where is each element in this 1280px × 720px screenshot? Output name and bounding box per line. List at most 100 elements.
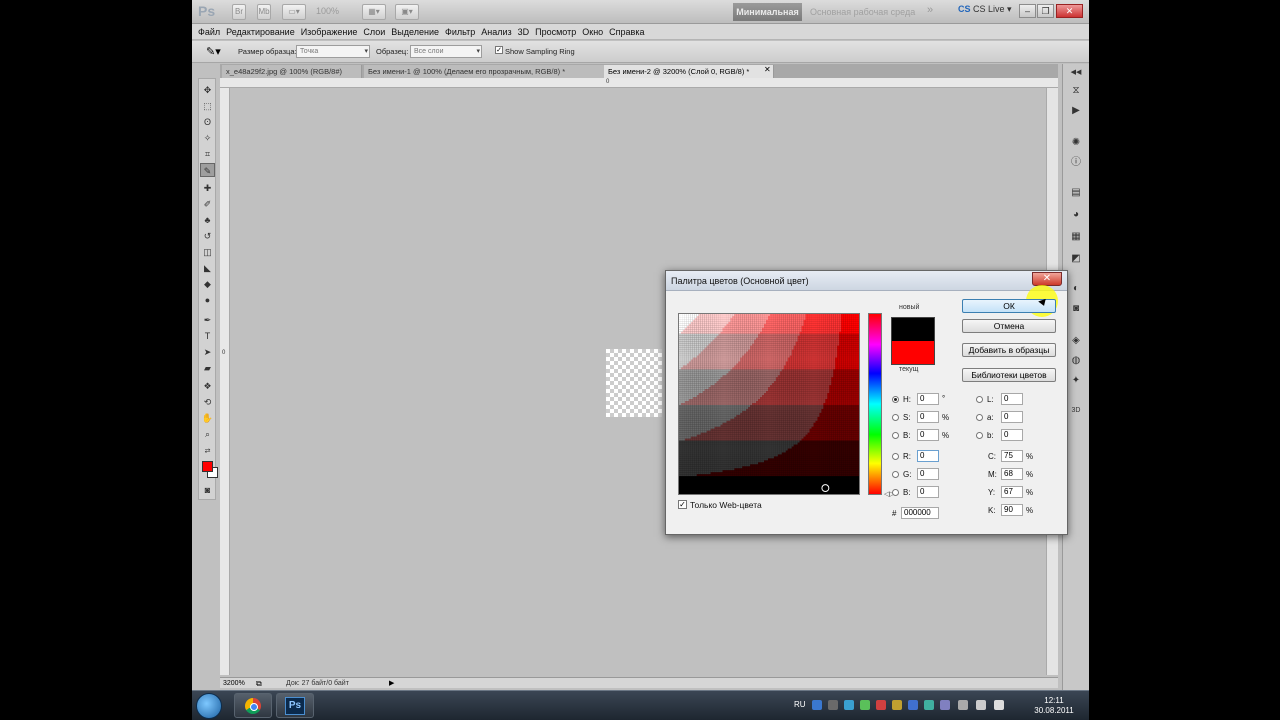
sample-size-select[interactable]: Точка ▾ (296, 45, 370, 58)
3d-orbit-tool-icon[interactable]: ⟲ (200, 395, 215, 409)
status-zoom[interactable]: 3200% (223, 678, 245, 689)
quick-selection-tool-icon[interactable]: ✧ (200, 131, 215, 145)
system-clock[interactable]: 12:11 30.08.2011 (1032, 696, 1076, 716)
minimize-button[interactable]: – (1019, 4, 1036, 18)
input-k[interactable]: 90 (1001, 504, 1023, 516)
swatches-panel-icon[interactable]: ▦ (1069, 230, 1083, 244)
horizontal-ruler[interactable]: 0 (220, 78, 1058, 88)
tray-icon-9[interactable] (940, 700, 950, 710)
input-a[interactable]: 0 (1001, 411, 1023, 423)
zoom-level[interactable]: 100% (316, 6, 339, 16)
cancel-button[interactable]: Отмена (962, 319, 1056, 333)
paint-bucket-tool-icon[interactable]: ◣ (200, 261, 215, 275)
menu-select[interactable]: Выделение (391, 24, 445, 39)
color-libraries-button[interactable]: Библиотеки цветов (962, 368, 1056, 382)
add-to-swatches-button[interactable]: Добавить в образцы (962, 343, 1056, 357)
tray-icon-7[interactable] (908, 700, 918, 710)
flag-tray-icon[interactable] (976, 700, 986, 710)
move-tool-icon[interactable]: ✥ (200, 83, 215, 97)
close-window-button[interactable]: ✕ (1056, 4, 1083, 18)
workspace-minimal[interactable]: Минимальная (733, 3, 802, 21)
taskbar-chrome-button[interactable] (234, 693, 272, 718)
radio-b-lab[interactable] (976, 432, 983, 439)
volume-tray-icon[interactable] (994, 700, 1004, 710)
input-c[interactable]: 75 (1001, 450, 1023, 462)
collapse-panels-icon[interactable]: ◀◀ (1069, 66, 1083, 80)
crop-tool-icon[interactable]: ⌗ (200, 147, 215, 161)
tab-document-1[interactable]: x_e48a29f2.jpg @ 100% (RGB/8#) (222, 65, 362, 78)
3d-rotate-tool-icon[interactable]: ❖ (200, 379, 215, 393)
channels-panel-icon[interactable]: ◍ (1069, 354, 1083, 368)
hand-tool-icon[interactable]: ✋ (200, 411, 215, 425)
input-y[interactable]: 67 (1001, 486, 1023, 498)
radio-r[interactable] (892, 453, 899, 460)
dodge-tool-icon[interactable]: ● (200, 293, 215, 307)
eraser-tool-icon[interactable]: ◫ (200, 245, 215, 259)
zoom-preview-icon[interactable]: ⧉ (256, 678, 262, 689)
transparent-canvas[interactable] (606, 349, 662, 417)
radio-g[interactable] (892, 471, 899, 478)
input-b-lab[interactable]: 0 (1001, 429, 1023, 441)
adjustments-panel-icon[interactable]: ◐ (1069, 282, 1083, 296)
help-tray-icon[interactable] (812, 700, 822, 710)
radio-l[interactable] (976, 396, 983, 403)
network-tray-icon[interactable] (958, 700, 968, 710)
foreground-color-swatch[interactable] (202, 461, 213, 472)
navigator-panel-icon[interactable]: ✺ (1069, 136, 1083, 150)
input-b-rgb[interactable]: 0 (917, 486, 939, 498)
menu-layers[interactable]: Слои (363, 24, 391, 39)
cs-live-menu[interactable]: CS CS Live ▾ (958, 4, 1012, 15)
tab-document-3[interactable]: Без имени-2 @ 3200% (Слой 0, RGB/8) * (604, 65, 774, 78)
masks-panel-icon[interactable]: ◙ (1069, 302, 1083, 316)
vertical-ruler[interactable]: 0 (220, 88, 230, 675)
swap-colors-icon[interactable]: ⇄ (200, 445, 215, 459)
shape-tool-icon[interactable]: ▰ (200, 361, 215, 375)
brush-tool-icon[interactable]: ✐ (200, 197, 215, 211)
lasso-tool-icon[interactable]: ʘ (200, 115, 215, 129)
layers-panel-icon[interactable]: ◈ (1069, 334, 1083, 348)
restore-button[interactable]: ❐ (1037, 4, 1054, 18)
tray-icon-4[interactable] (860, 700, 870, 710)
menu-window[interactable]: Окно (582, 24, 609, 39)
path-selection-tool-icon[interactable]: ➤ (200, 345, 215, 359)
radio-h[interactable] (892, 396, 899, 403)
clone-stamp-tool-icon[interactable]: ♣ (200, 213, 215, 227)
paths-panel-icon[interactable]: ✦ (1069, 374, 1083, 388)
input-s[interactable]: 0 (917, 411, 939, 423)
3d-panel-icon[interactable]: 3D (1069, 404, 1083, 418)
mini-bridge-button[interactable]: Mb (257, 4, 271, 20)
dialog-close-button[interactable]: ✕ (1032, 272, 1062, 286)
radio-a[interactable] (976, 414, 983, 421)
input-m[interactable]: 68 (1001, 468, 1023, 480)
menu-help[interactable]: Справка (609, 24, 650, 39)
histogram-panel-icon[interactable]: ▤ (1069, 186, 1083, 200)
radio-b-rgb[interactable] (892, 489, 899, 496)
tray-icon-3[interactable] (844, 700, 854, 710)
workspace-essentials[interactable]: Основная рабочая среда (810, 3, 920, 21)
input-b-hsb[interactable]: 0 (917, 429, 939, 441)
input-l[interactable]: 0 (1001, 393, 1023, 405)
pen-tool-icon[interactable]: ✒ (200, 313, 215, 327)
info-panel-icon[interactable]: ⓘ (1069, 156, 1083, 170)
menu-3d[interactable]: 3D (518, 24, 536, 39)
screen-mode-dropdown[interactable]: ▣▾ (395, 4, 419, 20)
tray-icon-8[interactable] (924, 700, 934, 710)
hue-slider[interactable] (868, 313, 882, 495)
menu-view[interactable]: Просмотр (535, 24, 582, 39)
sample-select[interactable]: Все слои ▾ (410, 45, 482, 58)
quick-mask-icon[interactable]: ◙ (200, 483, 215, 497)
radio-s[interactable] (892, 414, 899, 421)
actions-panel-icon[interactable]: ▶ (1069, 104, 1083, 118)
eyedropper-preset-icon[interactable]: ✎▾ (206, 45, 221, 58)
input-hex[interactable]: 000000 (901, 507, 939, 519)
menu-edit[interactable]: Редактирование (226, 24, 301, 39)
view-extras-dropdown[interactable]: ▭▾ (282, 4, 306, 20)
type-tool-icon[interactable]: T (200, 329, 215, 343)
taskbar-photoshop-button[interactable]: Ps (276, 693, 314, 718)
workspace-more-icon[interactable]: » (927, 4, 933, 16)
bridge-button[interactable]: Br (232, 4, 246, 20)
marquee-tool-icon[interactable]: ⬚ (200, 99, 215, 113)
menu-analysis[interactable]: Анализ (481, 24, 517, 39)
status-menu-arrow-icon[interactable]: ▶ (389, 678, 394, 689)
healing-brush-tool-icon[interactable]: ✚ (200, 181, 215, 195)
